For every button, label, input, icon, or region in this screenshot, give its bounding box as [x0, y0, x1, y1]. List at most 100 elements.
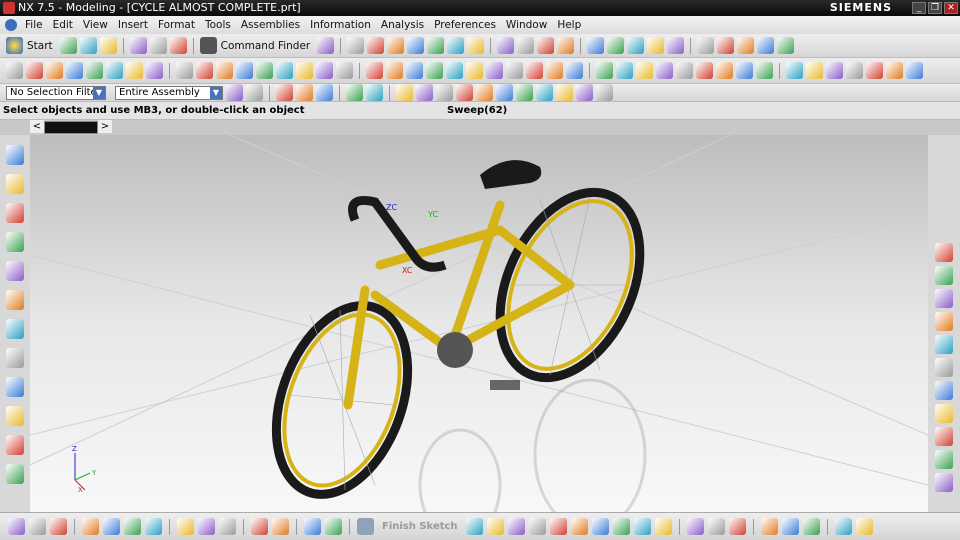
view-tool-18-icon[interactable] — [697, 37, 715, 54]
snap-tool-3-icon[interactable] — [276, 84, 293, 101]
std-tool-1-icon[interactable] — [59, 37, 77, 54]
resource-tab-6-icon[interactable] — [6, 290, 24, 310]
sketch-tool-5-icon[interactable] — [549, 518, 567, 535]
view-tool-3-icon[interactable] — [367, 37, 385, 54]
view-tool-4-icon[interactable] — [935, 312, 953, 331]
menu-tools[interactable]: Tools — [200, 19, 236, 31]
sketch-tool-17-icon[interactable] — [834, 518, 852, 535]
util-tool-10-icon[interactable] — [219, 518, 236, 535]
view-tool-2-icon[interactable] — [935, 266, 953, 285]
feature-tool-23-icon[interactable] — [466, 62, 483, 79]
feature-tool-13-icon[interactable] — [256, 62, 273, 79]
util-tool-8-icon[interactable] — [177, 518, 194, 535]
minimize-button[interactable]: _ — [912, 2, 926, 14]
feature-tool-42-icon[interactable] — [866, 62, 883, 79]
view-tool-1-icon[interactable] — [317, 37, 335, 54]
feature-tool-10-icon[interactable] — [196, 62, 213, 79]
sketch-tool-18-icon[interactable] — [855, 518, 873, 535]
snap-tool-5-icon[interactable] — [316, 84, 333, 101]
snap-tool-17-icon[interactable] — [576, 84, 593, 101]
sketch-tool-4-icon[interactable] — [528, 518, 546, 535]
tab-scroll-left-button[interactable]: < — [30, 120, 44, 133]
feature-tool-26-icon[interactable] — [526, 62, 543, 79]
util-tool-13-icon[interactable] — [304, 518, 321, 535]
view-tool-2-icon[interactable] — [347, 37, 365, 54]
snap-tool-15-icon[interactable] — [536, 84, 553, 101]
feature-tool-31-icon[interactable] — [636, 62, 653, 79]
snap-tool-18-icon[interactable] — [596, 84, 613, 101]
view-tool-19-icon[interactable] — [717, 37, 735, 54]
feature-tool-3-icon[interactable] — [46, 62, 63, 79]
view-tool-9-icon[interactable] — [497, 37, 515, 54]
view-tool-9-icon[interactable] — [935, 427, 953, 446]
view-tool-10-icon[interactable] — [517, 37, 535, 54]
feature-tool-25-icon[interactable] — [506, 62, 523, 79]
feature-tool-36-icon[interactable] — [736, 62, 753, 79]
snap-tool-10-icon[interactable] — [436, 84, 453, 101]
menu-preferences[interactable]: Preferences — [429, 19, 501, 31]
feature-tool-30-icon[interactable] — [616, 62, 633, 79]
sketch-tool-1-icon[interactable] — [465, 518, 483, 535]
menu-help[interactable]: Help — [552, 19, 586, 31]
feature-tool-32-icon[interactable] — [656, 62, 673, 79]
view-tool-5-icon[interactable] — [935, 335, 953, 354]
sketch-tool-13-icon[interactable] — [728, 518, 746, 535]
graphics-viewport[interactable]: XC YC ZC X Y Z — [29, 134, 929, 540]
feature-tool-8-icon[interactable] — [146, 62, 163, 79]
feature-tool-21-icon[interactable] — [426, 62, 443, 79]
feature-tool-38-icon[interactable] — [786, 62, 803, 79]
util-tool-2-icon[interactable] — [29, 518, 46, 535]
snap-tool-12-icon[interactable] — [476, 84, 493, 101]
maximize-button[interactable]: ❐ — [928, 2, 942, 14]
menu-file[interactable]: File — [20, 19, 48, 31]
tab-scroll-right-button[interactable]: > — [98, 120, 112, 133]
start-menu-button[interactable]: Start — [27, 40, 53, 52]
sketch-tool-6-icon[interactable] — [570, 518, 588, 535]
sketch-tool-10-icon[interactable] — [654, 518, 672, 535]
resource-tab-9-icon[interactable] — [6, 377, 24, 397]
feature-tool-34-icon[interactable] — [696, 62, 713, 79]
sketch-tool-12-icon[interactable] — [707, 518, 725, 535]
view-tool-12-icon[interactable] — [557, 37, 575, 54]
view-tool-14-icon[interactable] — [607, 37, 625, 54]
util-tool-7-icon[interactable] — [145, 518, 162, 535]
view-tool-16-icon[interactable] — [647, 37, 665, 54]
feature-tool-18-icon[interactable] — [366, 62, 383, 79]
menu-assemblies[interactable]: Assemblies — [236, 19, 305, 31]
view-tool-6-icon[interactable] — [935, 358, 953, 377]
assembly-scope-dropdown[interactable]: Entire Assembly ▼ — [115, 85, 223, 100]
feature-tool-16-icon[interactable] — [316, 62, 333, 79]
feature-tool-24-icon[interactable] — [486, 62, 503, 79]
feature-tool-37-icon[interactable] — [756, 62, 773, 79]
feature-tool-9-icon[interactable] — [176, 62, 193, 79]
feature-tool-7-icon[interactable] — [126, 62, 143, 79]
menu-insert[interactable]: Insert — [113, 19, 153, 31]
view-tool-15-icon[interactable] — [627, 37, 645, 54]
util-tool-1-icon[interactable] — [8, 518, 25, 535]
snap-tool-7-icon[interactable] — [366, 84, 383, 101]
view-tool-5-icon[interactable] — [407, 37, 425, 54]
close-button[interactable]: ✕ — [944, 2, 958, 14]
feature-tool-44-icon[interactable] — [906, 62, 923, 79]
feature-tool-1-icon[interactable] — [6, 62, 23, 79]
snap-tool-16-icon[interactable] — [556, 84, 573, 101]
view-tool-11-icon[interactable] — [935, 473, 953, 492]
util-tool-12-icon[interactable] — [272, 518, 289, 535]
resource-tab-2-icon[interactable] — [6, 174, 24, 194]
util-tool-4-icon[interactable] — [82, 518, 99, 535]
resource-tab-7-icon[interactable] — [6, 319, 24, 339]
feature-tool-22-icon[interactable] — [446, 62, 463, 79]
sketch-tool-7-icon[interactable] — [591, 518, 609, 535]
view-tool-4-icon[interactable] — [387, 37, 405, 54]
view-tool-20-icon[interactable] — [737, 37, 755, 54]
menu-edit[interactable]: Edit — [48, 19, 78, 31]
util-tool-11-icon[interactable] — [251, 518, 268, 535]
menu-view[interactable]: View — [78, 19, 113, 31]
view-tool-1-icon[interactable] — [935, 243, 953, 262]
finish-sketch-button[interactable]: Finish Sketch — [382, 521, 458, 532]
menu-analysis[interactable]: Analysis — [376, 19, 429, 31]
std-tool-5-icon[interactable] — [149, 37, 167, 54]
feature-tool-2-icon[interactable] — [26, 62, 43, 79]
snap-tool-14-icon[interactable] — [516, 84, 533, 101]
sketch-tool-14-icon[interactable] — [760, 518, 778, 535]
